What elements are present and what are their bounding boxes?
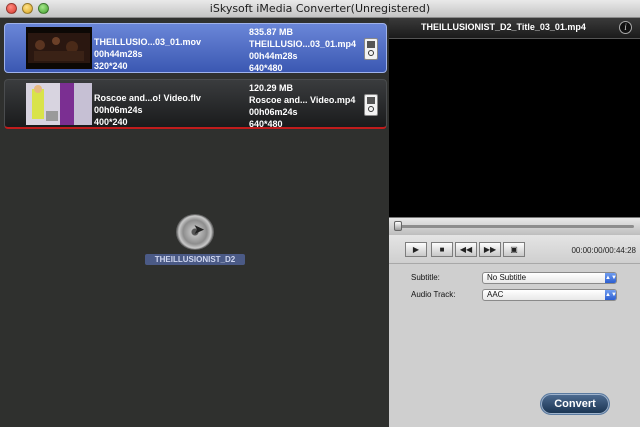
convert-button[interactable]: Convert bbox=[540, 393, 610, 415]
source-file-name: Roscoe and...o! Video.flv bbox=[94, 93, 201, 103]
output-file-name: Roscoe and... Video.mp4 bbox=[249, 95, 356, 105]
output-size: 120.29 MB bbox=[249, 83, 294, 93]
output-file-info: 120.29 MB Roscoe and... Video.mp4 00h06m… bbox=[249, 82, 355, 130]
output-resolution: 640*480 bbox=[249, 63, 283, 73]
seek-track[interactable] bbox=[395, 225, 634, 228]
snapshot-button[interactable]: ▣ bbox=[503, 242, 525, 257]
file-item[interactable]: THEILLUSIO...03_01.mov 00h44m28s 320*240… bbox=[4, 23, 387, 73]
select-arrows-icon: ▲▼ bbox=[605, 290, 617, 300]
preview-pane: THEILLUSIONIST_D2_Title_03_01.mp4 i ▶ ■ … bbox=[389, 18, 640, 427]
video-preview bbox=[389, 39, 640, 235]
rewind-button[interactable]: ◀◀ bbox=[455, 242, 477, 257]
dragged-disc-label: THEILLUSIONIST_D2 bbox=[145, 254, 245, 265]
title-bar: iSkysoft iMedia Converter(Unregistered) bbox=[0, 0, 640, 18]
output-file-name: THEILLUSIO...03_01.mp4 bbox=[249, 39, 357, 49]
video-thumbnail bbox=[26, 83, 92, 125]
output-file-info: 835.87 MB THEILLUSIO...03_01.mp4 00h44m2… bbox=[249, 26, 356, 74]
preview-title: THEILLUSIONIST_D2_Title_03_01.mp4 bbox=[421, 22, 586, 32]
source-file-info: THEILLUSIO...03_01.mov 00h44m28s 320*240 bbox=[94, 36, 201, 72]
source-duration: 00h06m24s bbox=[94, 105, 143, 115]
video-thumbnail bbox=[26, 27, 92, 69]
file-list-pane[interactable]: THEILLUSIO...03_01.mov 00h44m28s 320*240… bbox=[0, 18, 389, 427]
seek-knob[interactable] bbox=[394, 221, 402, 231]
fast-forward-button[interactable]: ▶▶ bbox=[479, 242, 501, 257]
transport-controls: ▶ ■ ◀◀ ▶▶ ▣ 00:00:00/00:44:28 bbox=[389, 235, 640, 263]
source-duration: 00h44m28s bbox=[94, 49, 143, 59]
subtitle-label: Subtitle: bbox=[411, 273, 440, 282]
output-resolution: 640*480 bbox=[249, 119, 283, 129]
stop-button[interactable]: ■ bbox=[431, 242, 453, 257]
source-file-name: THEILLUSIO...03_01.mov bbox=[94, 37, 202, 47]
audio-track-select[interactable]: AAC ▲▼ bbox=[482, 289, 617, 301]
output-size: 835.87 MB bbox=[249, 27, 294, 37]
info-icon[interactable]: i bbox=[619, 21, 632, 34]
file-item[interactable]: Roscoe and...o! Video.flv 00h06m24s 400*… bbox=[4, 79, 387, 129]
select-arrows-icon: ▲▼ bbox=[605, 273, 617, 283]
output-duration: 00h06m24s bbox=[249, 107, 298, 117]
audio-track-value: AAC bbox=[487, 290, 504, 299]
play-button[interactable]: ▶ bbox=[405, 242, 427, 257]
ipod-device-icon[interactable] bbox=[364, 38, 378, 60]
source-resolution: 320*240 bbox=[94, 61, 128, 71]
settings-panel: Subtitle: No Subtitle ▲▼ Audio Track: AA… bbox=[389, 263, 640, 427]
output-duration: 00h44m28s bbox=[249, 51, 298, 61]
subtitle-value: No Subtitle bbox=[487, 273, 527, 282]
audio-track-label: Audio Track: bbox=[411, 290, 456, 299]
preview-header: THEILLUSIONIST_D2_Title_03_01.mp4 i bbox=[389, 18, 640, 39]
seek-bar[interactable] bbox=[389, 217, 640, 235]
window-title: iSkysoft iMedia Converter(Unregistered) bbox=[209, 2, 431, 15]
ipod-device-icon[interactable] bbox=[364, 94, 378, 116]
source-resolution: 400*240 bbox=[94, 117, 128, 127]
mouse-cursor-icon: ➤ bbox=[193, 221, 205, 237]
source-file-info: Roscoe and...o! Video.flv 00h06m24s 400*… bbox=[94, 92, 201, 128]
timecode: 00:00:00/00:44:28 bbox=[571, 246, 636, 255]
subtitle-select[interactable]: No Subtitle ▲▼ bbox=[482, 272, 617, 284]
